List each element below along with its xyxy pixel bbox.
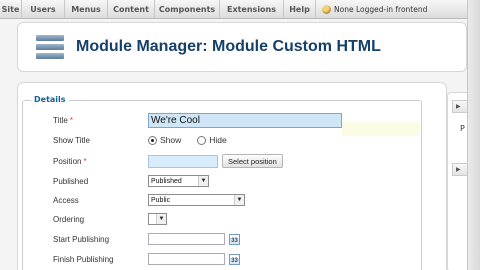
menu-extensions[interactable]: Extensions xyxy=(220,0,284,18)
finish-publishing-input[interactable] xyxy=(148,253,225,265)
show-title-row: Show Title Show Hide xyxy=(53,133,243,147)
chevron-right-icon: ▶ xyxy=(456,103,461,110)
access-select-value: Public xyxy=(151,196,171,204)
chevron-down-icon: ▼ xyxy=(198,176,208,186)
select-position-button[interactable]: Select position xyxy=(222,154,283,168)
top-menu-bar: Site Users Menus Content Components Exte… xyxy=(0,0,480,19)
page-header: Module Manager: Module Custom HTML xyxy=(17,22,467,72)
menu-site[interactable]: Site xyxy=(0,0,22,18)
start-publishing-label: Start Publishing xyxy=(53,234,110,244)
login-status-text: None Logged-in frontend xyxy=(334,4,428,14)
show-radio[interactable] xyxy=(148,135,157,145)
title-label: Title * xyxy=(53,115,73,125)
start-publishing-input[interactable] xyxy=(148,233,225,245)
hide-radio[interactable] xyxy=(197,135,207,145)
module-stack-icon xyxy=(36,35,64,59)
show-title-label: Show Title xyxy=(53,135,90,145)
menu-menus[interactable]: Menus xyxy=(65,0,108,18)
window-scrollbar[interactable] xyxy=(467,0,480,270)
details-legend: Details xyxy=(31,95,69,104)
required-mark: * xyxy=(69,115,73,125)
ordering-row: Ordering ▼ xyxy=(53,212,167,226)
published-row: Published Published ▼ xyxy=(53,174,209,188)
page-title: Module Manager: Module Custom HTML xyxy=(76,38,381,55)
chevron-down-icon: ▼ xyxy=(156,214,166,224)
published-select-value: Published xyxy=(151,177,182,185)
published-select[interactable]: Published ▼ xyxy=(148,175,209,187)
menu-components[interactable]: Components xyxy=(155,0,220,18)
side-panel-letter: P xyxy=(460,124,465,133)
user-icon xyxy=(322,4,331,14)
published-label: Published xyxy=(53,176,89,186)
position-row: Position * Select position xyxy=(53,154,283,168)
ordering-select[interactable]: ▼ xyxy=(148,213,167,225)
access-label: Access xyxy=(53,195,79,205)
access-row: Access Public ▼ xyxy=(53,193,245,207)
menu-users[interactable]: Users xyxy=(22,0,65,18)
ordering-label: Ordering xyxy=(53,214,85,224)
start-publishing-row: Start Publishing 33 xyxy=(53,232,240,246)
menu-help[interactable]: Help xyxy=(284,0,316,18)
position-input[interactable] xyxy=(148,154,218,168)
title-row: Title * We're Cool xyxy=(53,112,342,128)
finish-publishing-row: Finish Publishing 33 xyxy=(53,252,240,266)
title-input[interactable]: We're Cool xyxy=(148,112,342,128)
menu-content[interactable]: Content xyxy=(108,0,155,18)
position-label: Position * xyxy=(53,156,87,166)
chevron-down-icon: ▼ xyxy=(234,195,244,205)
hide-radio-label: Hide xyxy=(209,135,227,145)
access-select[interactable]: Public ▼ xyxy=(148,194,245,206)
chevron-right-icon: ▶ xyxy=(456,166,461,173)
calendar-icon[interactable]: 33 xyxy=(229,253,240,265)
calendar-icon[interactable]: 33 xyxy=(229,233,240,245)
required-mark: * xyxy=(83,156,87,166)
title-hint-area xyxy=(342,122,420,136)
finish-publishing-label: Finish Publishing xyxy=(53,254,114,264)
show-radio-label: Show xyxy=(160,135,182,145)
login-status: None Logged-in frontend xyxy=(316,0,427,18)
